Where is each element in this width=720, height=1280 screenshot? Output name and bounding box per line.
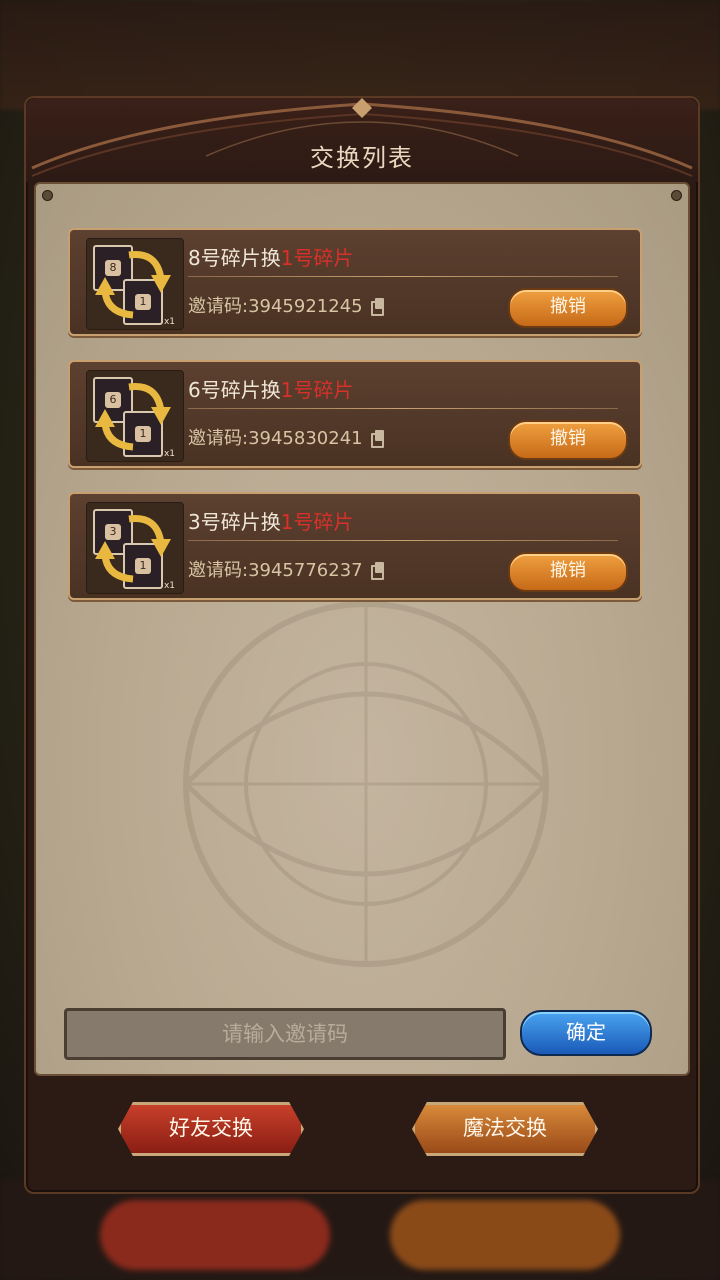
quantity-label: x1 xyxy=(163,581,175,591)
shard-exchange-icon: 3 1 x1 xyxy=(86,502,184,594)
cancel-button[interactable]: 撤销 xyxy=(508,420,628,460)
exchange-item: 3 1 x1 3号碎片换1号碎片 邀请码:3945776237 撤销 xyxy=(68,492,642,600)
shard-exchange-icon: 8 1 x1 xyxy=(86,238,184,330)
divider xyxy=(188,408,618,409)
invite-code: 邀请码:3945830241 xyxy=(188,424,385,450)
friend-exchange-button[interactable]: 好友交换 xyxy=(118,1102,304,1156)
invite-code: 邀请码:3945921245 xyxy=(188,292,385,318)
swap-arrows-icon xyxy=(95,515,171,583)
rivet-icon xyxy=(671,190,682,201)
confirm-button[interactable]: 确定 xyxy=(520,1010,652,1056)
swap-arrows-icon xyxy=(95,383,171,451)
background-red-button xyxy=(100,1200,330,1270)
exchange-title: 3号碎片换1号碎片 xyxy=(188,510,354,534)
exchange-title: 6号碎片换1号碎片 xyxy=(188,378,354,402)
background-top-bar xyxy=(0,0,720,110)
invite-code-input[interactable]: 请输入邀请码 xyxy=(64,1008,506,1060)
exchange-item: 6 1 x1 6号碎片换1号碎片 邀请码:3945830241 撤销 xyxy=(68,360,642,468)
background-orange-button xyxy=(390,1200,620,1270)
quantity-label: x1 xyxy=(163,449,175,459)
cancel-button[interactable]: 撤销 xyxy=(508,288,628,328)
copy-icon[interactable] xyxy=(370,430,385,448)
divider xyxy=(188,276,618,277)
rivet-icon xyxy=(42,190,53,201)
shard-exchange-icon: 6 1 x1 xyxy=(86,370,184,462)
cancel-button[interactable]: 撤销 xyxy=(508,552,628,592)
ornament-watermark xyxy=(182,601,550,967)
exchange-item: 8 1 x1 8号碎片换1号碎片 邀请码:3945921245 撤销 xyxy=(68,228,642,336)
invite-code: 邀请码:3945776237 xyxy=(188,556,385,582)
copy-icon[interactable] xyxy=(370,298,385,316)
copy-icon[interactable] xyxy=(370,562,385,580)
swap-arrows-icon xyxy=(95,251,171,319)
magic-exchange-button[interactable]: 魔法交换 xyxy=(412,1102,598,1156)
dialog-title: 交换列表 xyxy=(310,144,414,172)
quantity-label: x1 xyxy=(163,317,175,327)
exchange-list-dialog: 交换列表 8 1 x1 8号碎片换1号碎片 邀请码:3945921245 撤销 xyxy=(24,96,700,1194)
background-bottom-bar xyxy=(0,1180,720,1280)
divider xyxy=(188,540,618,541)
exchange-title: 8号碎片换1号碎片 xyxy=(188,246,354,270)
